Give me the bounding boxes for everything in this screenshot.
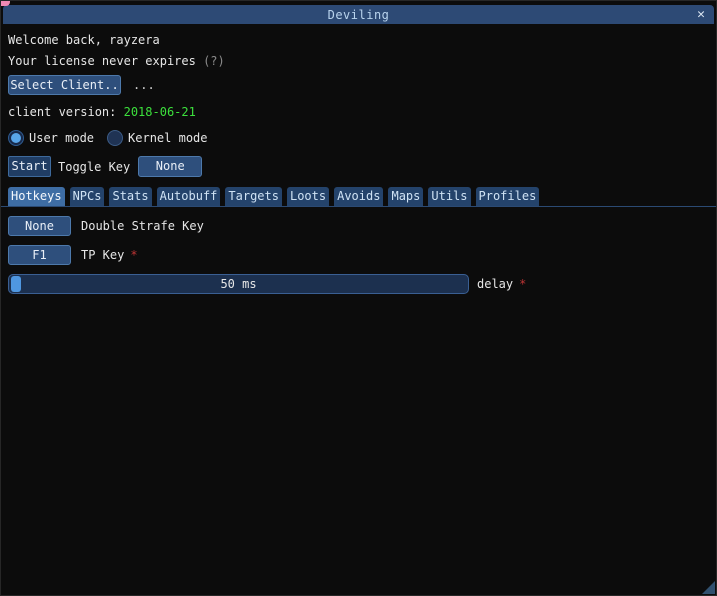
- kernel-mode-radio[interactable]: [107, 130, 123, 146]
- tab-utils[interactable]: Utils: [428, 187, 470, 206]
- tab-npcs[interactable]: NPCs: [70, 187, 105, 206]
- tab-maps[interactable]: Maps: [388, 187, 423, 206]
- welcome-text: Welcome back, rayzera: [8, 33, 160, 47]
- tab-targets[interactable]: Targets: [225, 187, 282, 206]
- license-text: Your license never expires: [8, 54, 196, 68]
- window-title: Deviling: [328, 8, 390, 22]
- radio-dot-icon: [11, 133, 21, 143]
- client-version-label: client version:: [8, 105, 124, 119]
- kernel-mode-label: Kernel mode: [128, 131, 207, 145]
- radio-dot-icon: [110, 133, 120, 143]
- tp-key-label: TP Key: [81, 248, 124, 262]
- double-strafe-key-button[interactable]: None: [8, 216, 71, 236]
- license-help[interactable]: (?): [203, 54, 225, 68]
- tab-autobuff[interactable]: Autobuff: [157, 187, 221, 206]
- delay-required-mark: *: [519, 277, 526, 291]
- toggle-key-label: Toggle Key: [58, 160, 130, 174]
- resize-grip-icon[interactable]: [702, 581, 715, 594]
- tab-hotkeys[interactable]: Hotkeys: [8, 187, 65, 206]
- tp-key-required-mark: *: [130, 248, 137, 262]
- select-client-button[interactable]: Select Client..: [8, 75, 121, 95]
- start-button[interactable]: Start: [8, 156, 51, 177]
- double-strafe-key-label: Double Strafe Key: [81, 219, 204, 233]
- delay-value: 50 ms: [9, 275, 468, 293]
- window-content: Welcome back, rayzera Your license never…: [1, 24, 716, 294]
- app-window: Deviling ✕ Welcome back, rayzera Your li…: [0, 0, 717, 596]
- tab-stats[interactable]: Stats: [109, 187, 151, 206]
- tab-loots[interactable]: Loots: [287, 187, 329, 206]
- delay-slider[interactable]: 50 ms: [8, 274, 469, 294]
- toggle-key-button[interactable]: None: [138, 156, 202, 177]
- user-mode-label: User mode: [29, 131, 94, 145]
- tab-avoids[interactable]: Avoids: [334, 187, 383, 206]
- tab-bar: Hotkeys NPCs Stats Autobuff Targets Loot…: [1, 187, 716, 207]
- close-icon[interactable]: ✕: [697, 5, 705, 24]
- tp-key-button[interactable]: F1: [8, 245, 71, 265]
- client-path-ellipsis: ...: [133, 78, 155, 92]
- license-help-icon[interactable]: [196, 54, 203, 68]
- delay-label: delay: [477, 277, 513, 291]
- tab-profiles[interactable]: Profiles: [476, 187, 540, 206]
- title-bar[interactable]: Deviling ✕: [3, 5, 714, 24]
- client-version-value: 2018-06-21: [124, 105, 196, 119]
- user-mode-radio[interactable]: [8, 130, 24, 146]
